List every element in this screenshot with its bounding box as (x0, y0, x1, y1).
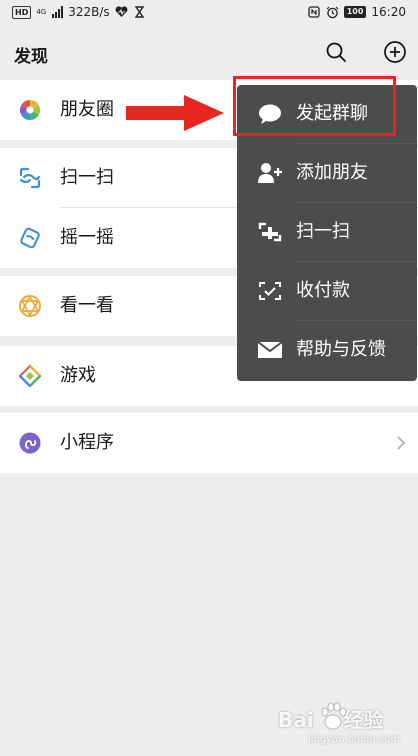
mini-programs-icon (19, 432, 41, 454)
menu-item-label: 收付款 (296, 280, 350, 301)
battery-icon: 100 (343, 6, 367, 18)
signal-icon (52, 6, 64, 18)
menu-item-label: 添加朋友 (296, 162, 368, 183)
add-icon[interactable] (383, 40, 407, 64)
shake-icon (20, 227, 40, 249)
clock: 16:20 (371, 5, 406, 19)
chevron-right-icon (397, 436, 406, 450)
scan-icon (19, 167, 41, 189)
list-item-label: 游戏 (60, 365, 96, 386)
list-item-label: 朋友圈 (60, 99, 114, 120)
page-title: 发现 (14, 47, 48, 67)
status-right: 100 16:20 (308, 5, 406, 19)
menu-item-money[interactable]: 收付款 (237, 262, 417, 321)
scan-icon (258, 222, 282, 242)
alarm-icon (326, 6, 339, 19)
paw-logo-icon (321, 702, 347, 730)
network-speed: 322B/s (68, 5, 110, 19)
menu-item-scan[interactable]: 扫一扫 (237, 203, 417, 262)
menu-item-help-feedback[interactable]: 帮助与反馈 (237, 321, 417, 380)
status-bar: HD 4G 322B/s 100 16:20 (0, 0, 418, 26)
nfc-icon (308, 6, 321, 19)
top-stories-icon (19, 295, 41, 317)
annotation-highlight-box (233, 76, 396, 136)
menu-item-label: 扫一扫 (296, 221, 350, 242)
list-item-label: 摇一摇 (60, 227, 114, 248)
network-type: 4G (36, 7, 47, 16)
hd-badge: HD (12, 5, 32, 19)
annotation-arrow-icon (126, 95, 224, 131)
heart-icon (115, 6, 128, 19)
mail-icon (257, 341, 283, 358)
watermark-url: jingyan.baidu.com (308, 734, 401, 745)
moments-icon (19, 99, 41, 121)
status-left: HD 4G 322B/s (12, 5, 146, 19)
title-bar: 发现 (0, 26, 418, 78)
list-item-label: 看一看 (60, 295, 114, 316)
list-item-label: 小程序 (60, 432, 114, 453)
hourglass-icon (133, 6, 146, 19)
list-item-mini-programs[interactable]: 小程序 (0, 413, 418, 473)
add-friend-icon (258, 163, 282, 183)
games-icon (18, 364, 42, 388)
money-icon (259, 282, 281, 300)
menu-item-add-friend[interactable]: 添加朋友 (237, 144, 417, 203)
search-icon[interactable] (325, 41, 347, 63)
list-item-label: 扫一扫 (60, 167, 114, 188)
menu-item-label: 帮助与反馈 (296, 339, 386, 360)
